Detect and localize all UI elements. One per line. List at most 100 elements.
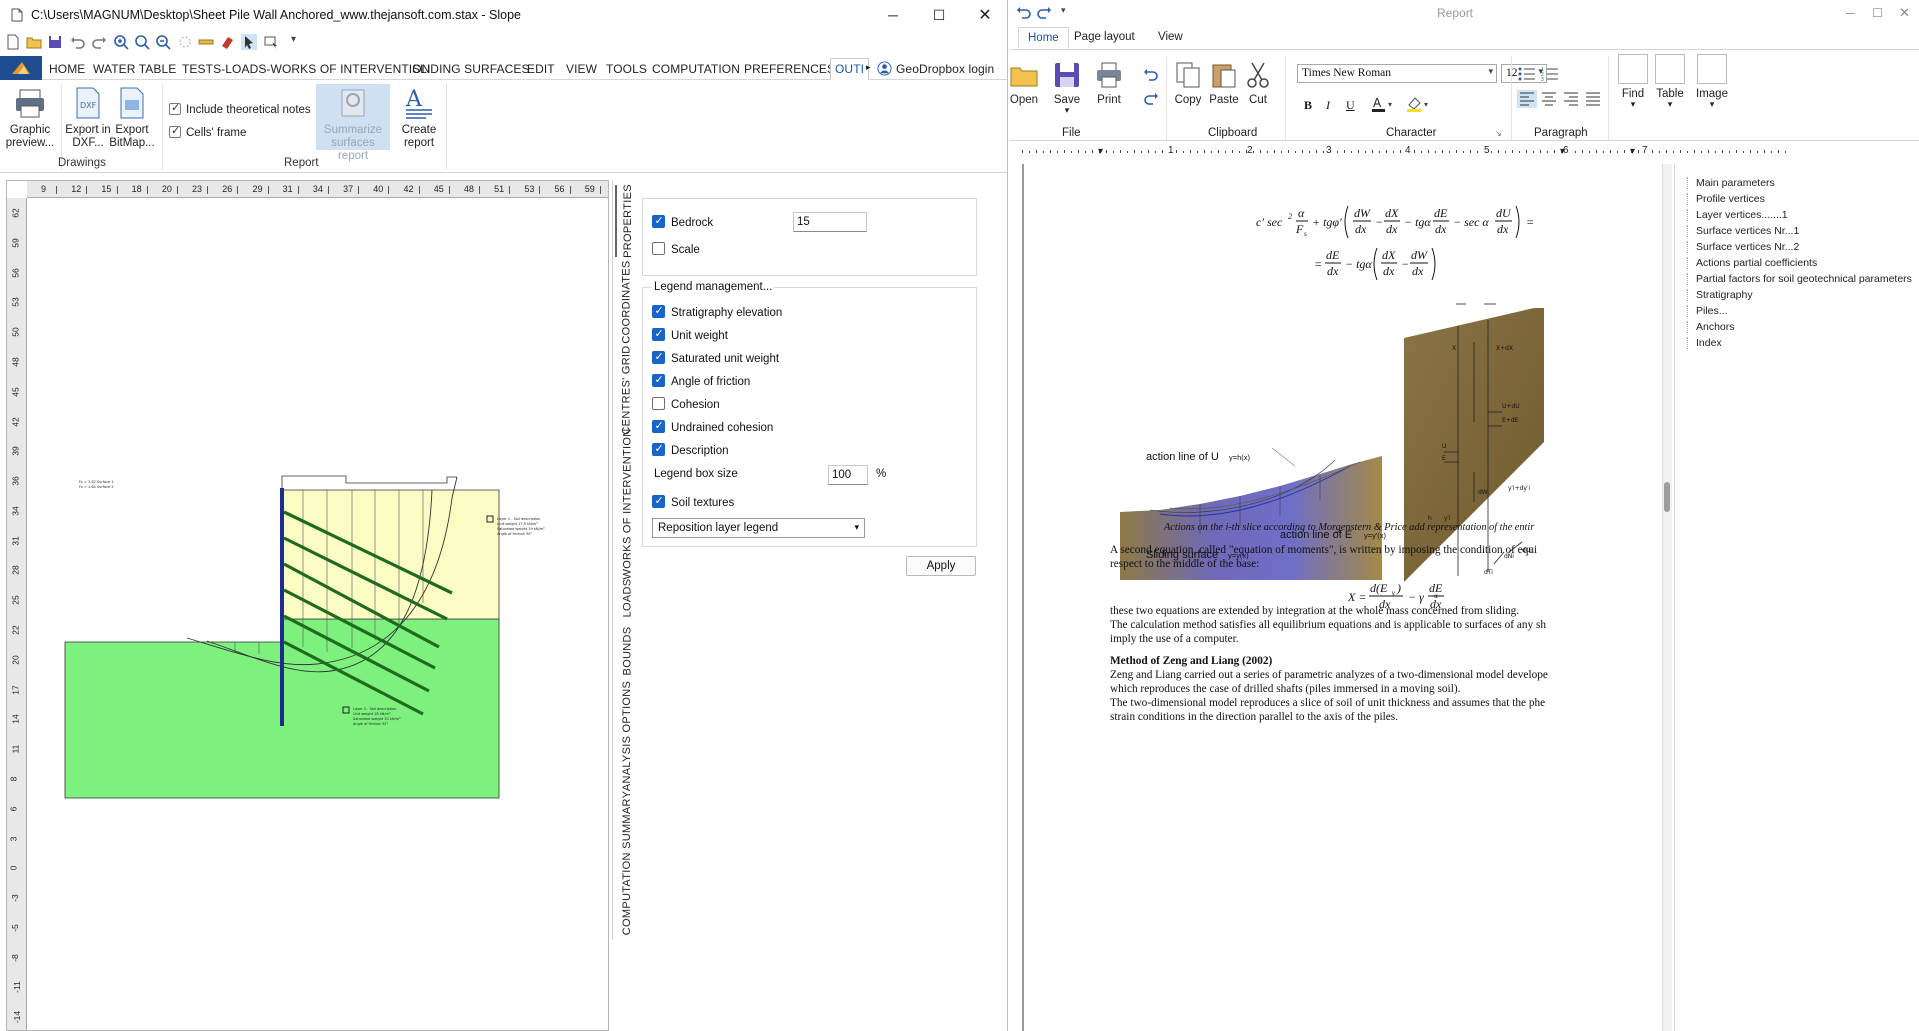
zoom-out-icon[interactable] [155,34,171,50]
undo-icon[interactable] [70,34,86,50]
tab-marker[interactable]: ▾ [1560,146,1565,157]
select-pointer-icon[interactable] [241,34,257,50]
eraser-icon[interactable] [219,34,235,50]
tree-item[interactable]: Profile vertices [1687,193,1765,205]
paste-button[interactable]: Paste [1207,60,1241,106]
report-minimize-button[interactable]: ─ [1837,0,1864,26]
tab-works-of-intervention[interactable]: WORKS OF INTERVENTION [615,429,639,580]
export-bitmap-button[interactable]: Export BitMap... [109,86,155,150]
redo-icon[interactable] [1143,90,1159,106]
tab-centres-grid[interactable]: CENTRES' GRID [615,345,639,434]
tab-bounds[interactable]: BOUNDS [615,624,639,678]
find-button[interactable]: Find ▾ [1616,54,1650,109]
menu-output[interactable]: OUTI [830,58,870,80]
new-file-icon[interactable] [5,34,21,50]
report-document-page[interactable]: c′ sec 2 αFs + tgφ′ dW dx − dX dx − tgα dE d… [1022,164,1662,1031]
measure-icon[interactable] [198,34,214,50]
maximize-button[interactable]: ☐ [916,0,962,30]
tree-item[interactable]: Stratigraphy [1687,289,1753,301]
tab-page-layout[interactable]: Page layout [1074,31,1135,43]
minimize-button[interactable]: ─ [870,0,916,30]
align-right-icon[interactable] [1561,90,1581,108]
app-menu-button[interactable] [0,56,42,80]
table-button[interactable]: Table ▾ [1652,54,1688,109]
align-left-icon[interactable] [1517,90,1537,108]
menu-tests-loads[interactable]: TESTS-LOADS-WORKS OF INTERVENTION [182,62,430,76]
numbered-list-icon[interactable]: 123 [1541,66,1559,82]
menu-edit[interactable]: EDIT [527,62,555,76]
align-center-icon[interactable] [1539,90,1559,108]
graphic-preview-button[interactable]: Graphic preview... [4,86,56,150]
undo-icon[interactable] [1143,66,1159,82]
report-maximize-button[interactable]: ☐ [1864,0,1891,26]
export-dxf-button[interactable]: DXF Export in DXF... [65,86,111,150]
drawing-area[interactable]: 9 12 15 18 20 23 26 29 31 34 37 40 42 45 48 51 53 56 59 62… [6,180,609,1031]
tab-properties[interactable]: PROPERTIES [615,184,639,258]
tree-item[interactable]: Partial factors for soil geotechnical pa… [1687,273,1912,285]
save-icon[interactable] [47,34,63,50]
unit-weight-checkbox[interactable]: Unit weight [652,327,728,342]
menu-tools[interactable]: TOOLS [606,62,647,76]
dialog-launcher-icon[interactable]: ↘ [1495,129,1502,138]
slope-section-drawing[interactable]: Layer 1 - Soil descriptionUnit weight 17… [27,198,609,1031]
cells-frame-checkbox[interactable]: Cells' frame [169,124,246,139]
bedrock-checkbox[interactable]: Bedrock [652,214,713,229]
justify-icon[interactable] [1583,90,1603,108]
tree-item[interactable]: Index [1687,337,1722,349]
soil-textures-checkbox[interactable]: Soil textures [652,494,734,509]
copy-button[interactable]: Copy [1171,60,1205,106]
summarize-surfaces-button[interactable]: Summarize surfaces report [316,84,390,162]
print-button[interactable]: Print [1092,60,1126,106]
cut-button[interactable]: Cut [1241,60,1275,106]
stratigraphy-elevation-checkbox[interactable]: Stratigraphy elevation [652,304,782,319]
cohesion-checkbox[interactable]: Cohesion [652,397,720,411]
tab-computation-summary[interactable]: COMPUTATION SUMMARY [615,791,639,935]
pan-icon[interactable] [177,34,193,50]
angle-of-friction-checkbox[interactable]: Angle of friction [652,373,750,388]
reposition-layer-legend-select[interactable]: Reposition layer legend ▾ [652,518,865,538]
tab-analysis-options[interactable]: ANALYSIS OPTIONS [615,681,639,791]
window-select-icon[interactable] [263,34,279,50]
menu-home[interactable]: HOME [49,62,85,76]
tab-view[interactable]: View [1158,31,1183,43]
bullet-list-icon[interactable] [1518,66,1536,82]
font-color-icon[interactable]: A ▾ [1370,95,1396,113]
report-scrollbar[interactable] [1662,164,1672,1031]
zoom-in-icon[interactable] [113,34,129,50]
slope-drawing-canvas[interactable]: Layer 1 - Soil description Unit weight 17… [27,198,609,1031]
legend-box-size-input[interactable]: 100 [828,465,868,485]
customize-qat-icon[interactable]: ▾ [1061,5,1066,16]
scale-checkbox[interactable]: Scale [652,242,700,256]
underline-button[interactable]: U [1346,98,1355,113]
bold-button[interactable]: B [1304,98,1312,113]
description-checkbox[interactable]: Description [652,442,729,457]
menu-sliding-surfaces[interactable]: SLIDING SURFACES [412,62,530,76]
undrained-cohesion-checkbox[interactable]: Undrained cohesion [652,419,773,434]
saturated-unit-weight-checkbox[interactable]: Saturated unit weight [652,350,779,365]
font-family-select[interactable]: Times New Roman [1297,64,1497,83]
tab-coordinates[interactable]: COORDINATES [615,260,639,344]
left-indent-marker[interactable]: ▾ [1098,146,1103,157]
zoom-window-icon[interactable] [134,34,150,50]
save-button[interactable]: Save ▾ [1050,60,1084,115]
tree-item[interactable]: Surface vertices Nr...1 [1687,225,1799,237]
customize-qat-icon[interactable]: ▾ [291,34,296,45]
italic-button[interactable]: I [1326,98,1330,113]
menu-computation[interactable]: COMPUTATION [652,62,740,76]
geodropbox-login[interactable]: GeoDropbox login [896,62,994,76]
tree-item[interactable]: Actions partial coefficients [1687,257,1817,269]
open-folder-icon[interactable] [26,34,42,50]
tree-item[interactable]: Main parameters [1687,177,1775,189]
create-report-button[interactable]: A Create report [396,86,442,150]
tree-item[interactable]: Surface vertices Nr...2 [1687,241,1799,253]
tree-item[interactable]: Anchors [1687,321,1735,333]
menu-scroll-icon[interactable]: ▸ [866,62,871,73]
tree-item[interactable]: Layer vertices.......1 [1687,209,1788,221]
menu-view[interactable]: VIEW [566,62,597,76]
bedrock-input[interactable]: 15 [793,212,867,232]
right-indent-marker[interactable]: ▾ [1630,146,1635,157]
open-button[interactable]: Open [1010,60,1042,106]
include-theoretical-checkbox[interactable]: Include theoretical notes [169,101,311,116]
close-button[interactable]: ✕ [962,0,1007,30]
image-button[interactable]: Image ▾ [1692,54,1732,109]
